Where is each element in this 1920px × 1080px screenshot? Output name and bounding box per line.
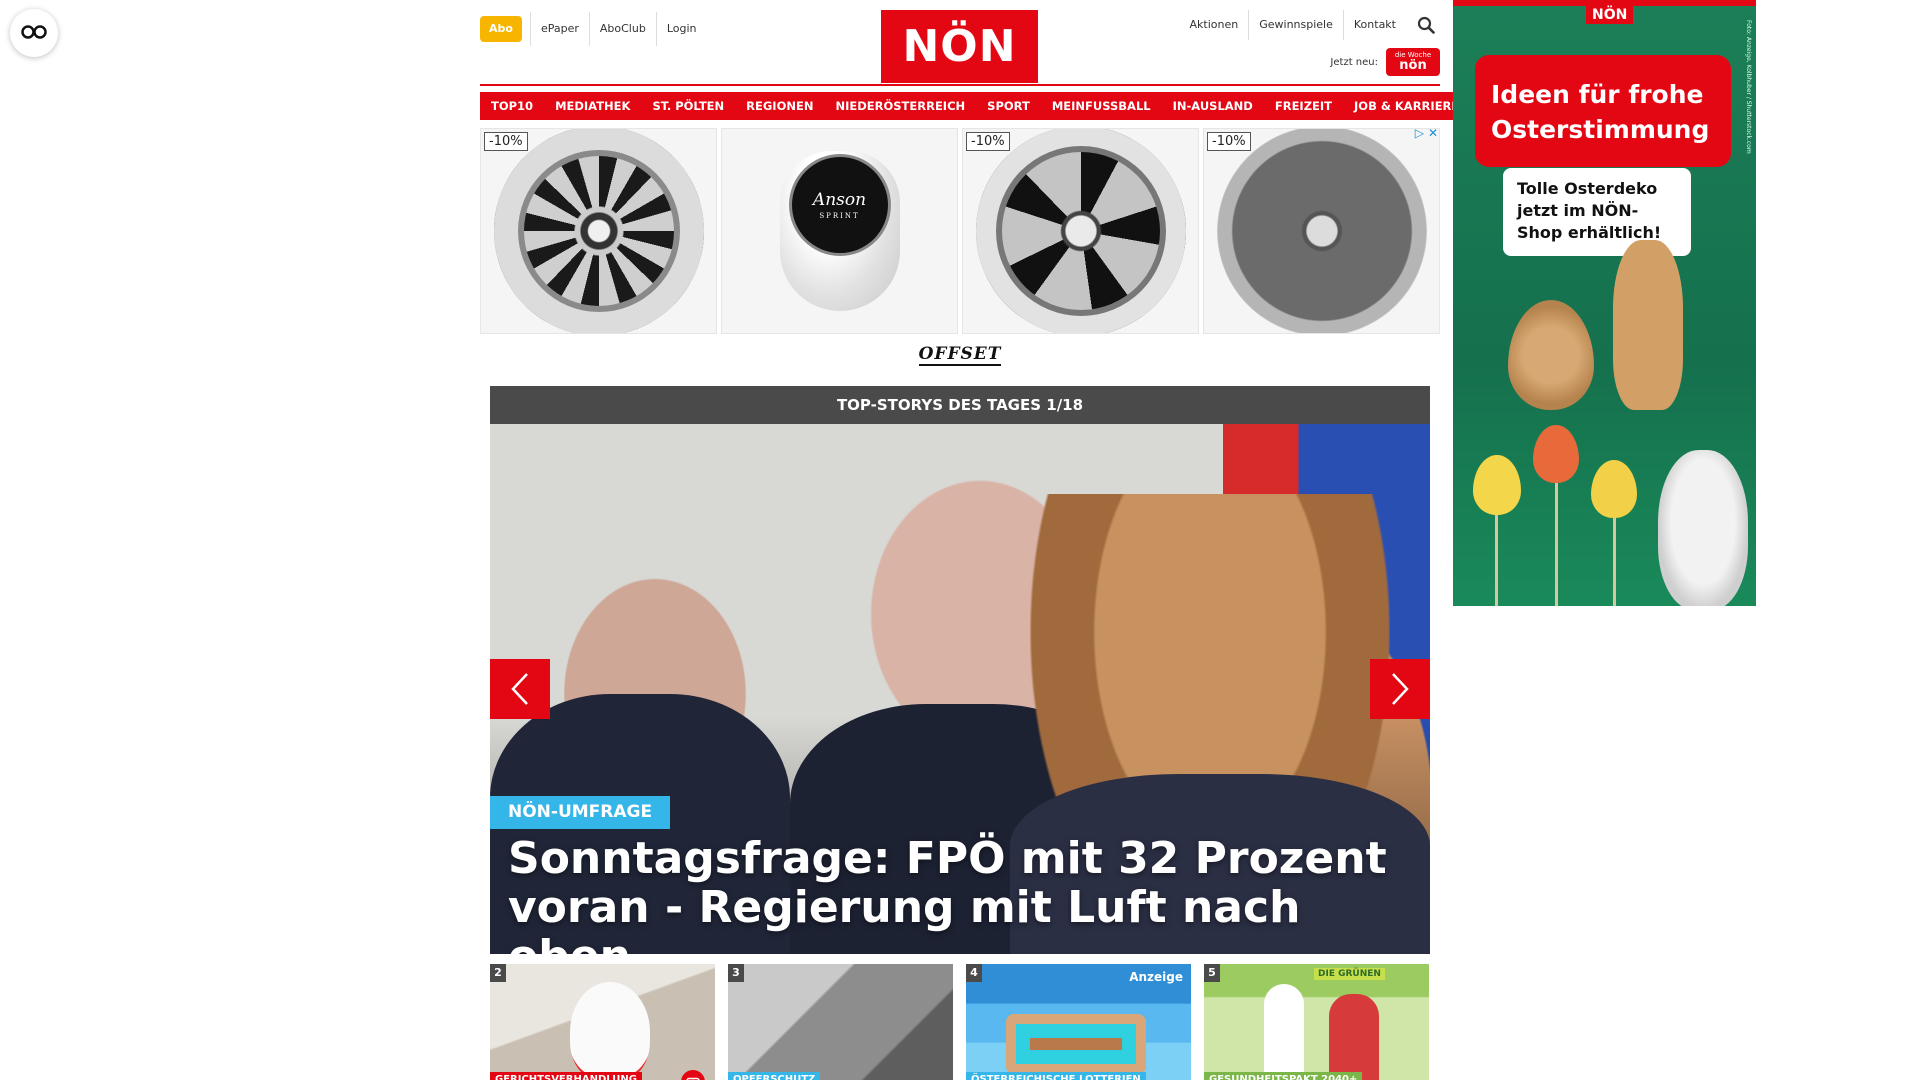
ad-product-card[interactable]: Anson SPRINT [721, 128, 958, 334]
knob-sub: SPRINT [819, 212, 860, 220]
wheel-image [1216, 129, 1427, 333]
nav-item-in-ausland[interactable]: IN-AUSLAND [1161, 92, 1264, 120]
anzeige-label: Anzeige [1129, 970, 1183, 984]
shift-knob-image: Anson SPRINT [779, 151, 900, 311]
egg-stick [1613, 515, 1616, 606]
nav-item-st-poelten[interactable]: ST. PÖLTEN [641, 92, 736, 120]
jetzt-neu-label: Jetzt neu: [1330, 56, 1378, 68]
teaser-card[interactable]: 3 OPFERSCHUTZ [728, 964, 953, 1080]
discount-badge: -10% [484, 132, 528, 151]
knob-logo: Anson SPRINT [791, 157, 888, 253]
egg-stick [1495, 510, 1498, 606]
teaser-image [1006, 1014, 1146, 1074]
nav-item-freizeit[interactable]: FREIZEIT [1263, 92, 1344, 120]
site-header: Abo ePaper AboClub Login NÖN Aktionen Ge… [480, 0, 1440, 84]
teaser-number: 4 [966, 964, 982, 982]
nav-item-niederoesterreich[interactable]: NIEDERÖSTERREICH [824, 92, 977, 120]
adchoices[interactable]: ▷ ✕ [1415, 126, 1438, 140]
ad-headline: Ideen für frohe Osterstimmung [1475, 55, 1731, 167]
teaser-number: 2 [490, 964, 506, 982]
top-left-links: Abo ePaper AboClub Login [480, 12, 707, 46]
product-ad-strip[interactable]: -10% Anson SPRINT -10% -10% ▷ ✕ [480, 126, 1440, 334]
close-ad-icon[interactable]: ✕ [1428, 126, 1438, 140]
nav-item-mediathek[interactable]: MEDIATHEK [544, 92, 642, 120]
chevron-left-icon [511, 673, 528, 705]
sidebar-ad-banner[interactable]: NÖN Foto: Anzeige, Kolbhuber / Shutterst… [1453, 0, 1756, 606]
hero-category-tag[interactable]: NÖN-UMFRAGE [490, 796, 671, 829]
wheel-image [975, 129, 1186, 333]
wheel-image [493, 129, 704, 333]
reader-mode-button[interactable] [10, 9, 58, 57]
egg-stick [1555, 480, 1558, 606]
adchoices-icon[interactable]: ▷ [1415, 126, 1424, 140]
header-divider [480, 84, 1440, 86]
ad-logo: NÖN [1586, 6, 1634, 24]
knob-brand: Anson [812, 190, 867, 210]
discount-badge: -10% [966, 132, 1010, 151]
nav-item-job-karriere[interactable]: JOB & KARRIERE [1343, 92, 1471, 120]
camera-icon [681, 1070, 705, 1080]
aboclub-link[interactable]: AboClub [588, 12, 656, 46]
easter-egg-image [1591, 460, 1637, 518]
teaser-image [570, 982, 650, 1080]
die-woche-logo-text: nön [1399, 58, 1427, 73]
carousel-next-button[interactable] [1370, 659, 1430, 719]
site-container: Abo ePaper AboClub Login NÖN Aktionen Ge… [480, 0, 1471, 1080]
teaser-image [1329, 994, 1379, 1080]
login-link[interactable]: Login [655, 12, 707, 46]
discount-badge: -10% [1207, 132, 1251, 151]
top-right-links: Aktionen Gewinnspiele Kontakt [1180, 10, 1440, 40]
top-stories: TOP-STORYS DES TAGES 1/18 NÖN-UMFRAGE So… [490, 386, 1430, 1080]
epaper-link[interactable]: ePaper [529, 12, 589, 46]
site-logo[interactable]: NÖN [881, 10, 1038, 83]
teaser-category: ÖSTERREICHISCHE LOTTERIEN [966, 1072, 1146, 1080]
teaser-image [1264, 984, 1304, 1080]
hero-headline[interactable]: Sonntagsfrage: FPÖ mit 32 Prozent voran … [508, 834, 1418, 954]
teaser-number: 5 [1204, 964, 1220, 982]
aktionen-link[interactable]: Aktionen [1180, 10, 1249, 40]
ad-product-card[interactable]: -10% [480, 128, 717, 334]
abo-button[interactable]: Abo [480, 16, 522, 42]
reader-mode-icon [21, 24, 47, 43]
ad-brand-text: OFFSET [918, 344, 1002, 366]
teaser-number: 3 [728, 964, 744, 982]
teaser-card[interactable]: DIE GRÜNEN 5 GESUNDHEITSPAKT 2040+ [1204, 964, 1429, 1080]
party-banner: DIE GRÜNEN [1314, 968, 1385, 980]
teaser-card[interactable]: 4 Anzeige ÖSTERREICHISCHE LOTTERIEN [966, 964, 1191, 1080]
nav-item-meinfussball[interactable]: MEINFUSSBALL [1040, 92, 1162, 120]
jetzt-neu: Jetzt neu: die Woche nön [1330, 48, 1440, 76]
hero-story[interactable]: NÖN-UMFRAGE Sonntagsfrage: FPÖ mit 32 Pr… [490, 424, 1430, 954]
nav-item-regionen[interactable]: REGIONEN [735, 92, 825, 120]
ad-product-card[interactable]: -10% [962, 128, 1199, 334]
kontakt-link[interactable]: Kontakt [1342, 10, 1406, 40]
teaser-card[interactable]: 2 GERICHTSVERHANDLUNG [490, 964, 715, 1080]
chevron-right-icon [1392, 673, 1409, 705]
ad-product-card[interactable]: -10% [1203, 128, 1440, 334]
carousel-prev-button[interactable] [490, 659, 550, 719]
main-nav: TOP10 MEDIATHEK ST. PÖLTEN REGIONEN NIED… [480, 92, 1471, 120]
teaser-category: GESUNDHEITSPAKT 2040+ [1204, 1072, 1363, 1080]
easter-egg-image [1533, 425, 1579, 483]
gewinnspiele-link[interactable]: Gewinnspiele [1248, 10, 1343, 40]
nav-item-sport[interactable]: SPORT [976, 92, 1041, 120]
easter-egg-image [1473, 455, 1521, 515]
photo-credit: Foto: Anzeige, Kolbhuber / Shutterstock.… [1745, 20, 1752, 154]
search-icon[interactable] [1412, 11, 1440, 39]
rabbit-image [1658, 450, 1748, 606]
teaser-category: GERICHTSVERHANDLUNG [490, 1072, 642, 1080]
top-stories-header: TOP-STORYS DES TAGES 1/18 [490, 386, 1430, 424]
die-woche-logo[interactable]: die Woche nön [1386, 48, 1440, 76]
teaser-category: OPFERSCHUTZ [728, 1072, 821, 1080]
bunny-figure-image [1613, 240, 1683, 410]
teaser-row: 2 GERICHTSVERHANDLUNG 3 OPFERSCHUTZ 4 An… [490, 964, 1430, 1080]
easter-egg-image [1508, 300, 1594, 410]
ad-brand-logo[interactable]: OFFSET [480, 344, 1440, 368]
nav-item-top10[interactable]: TOP10 [480, 92, 545, 120]
